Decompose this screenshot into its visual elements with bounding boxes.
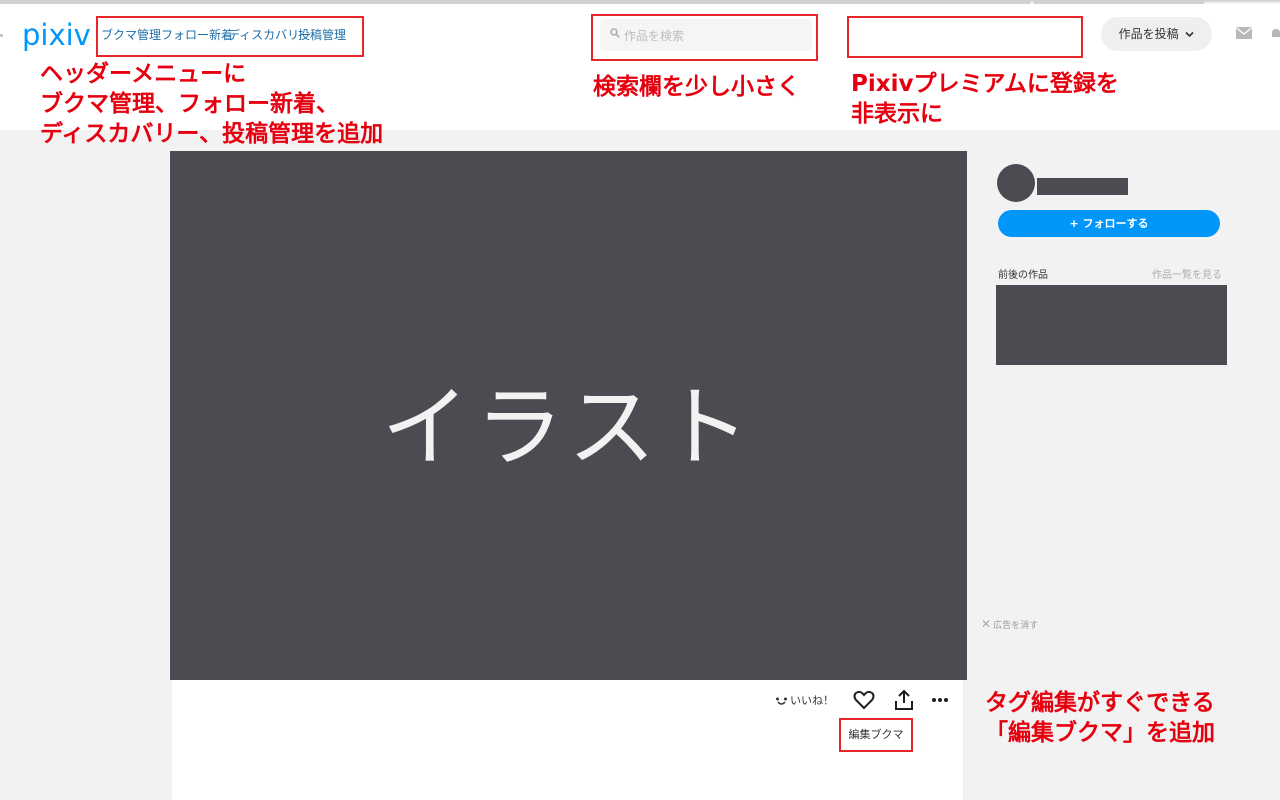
adjacent-works-title: 前後の作品 [998, 270, 1048, 281]
annotation-nav-line2: ブクマ管理、フォロー新着、 [40, 91, 339, 117]
annotation-edit-line2: 「編集ブクマ」を追加 [985, 720, 1215, 746]
works-list-link[interactable]: 作品一覧を見る [1152, 266, 1222, 281]
search-icon [610, 28, 620, 38]
adjacent-works-thumbnail[interactable] [996, 285, 1227, 365]
artwork-placeholder-text: イラスト [381, 376, 756, 479]
author-name-placeholder[interactable] [1037, 178, 1128, 195]
chevron-down-icon [1185, 31, 1194, 38]
post-work-label: 作品を投稿 [1118, 27, 1179, 41]
annotation-edit-line1: タグ編集がすぐできる [985, 690, 1215, 716]
annotation-premium-line1: Pixivプレミアムに登録を [851, 71, 1119, 97]
nav-bookmarks[interactable]: ブクマ管理 [101, 26, 161, 43]
close-icon: ✕ [981, 617, 992, 631]
menu-dot-icon[interactable] [0, 34, 3, 37]
annotation-nav: ヘッダーメニューに ブクマ管理、フォロー新着、 ディスカバリー、投稿管理を追加 [40, 59, 383, 149]
annotation-premium-line2: 非表示に [851, 101, 943, 127]
premium-highlight-box [847, 16, 1083, 58]
mail-icon[interactable] [1236, 27, 1252, 39]
artwork-image[interactable]: イラスト [170, 151, 967, 680]
edit-bookmark-button[interactable]: 編集ブクマ [839, 718, 913, 752]
heart-icon[interactable] [853, 689, 875, 711]
annotation-edit-bookmark: タグ編集がすぐできる 「編集ブクマ」を追加 [985, 688, 1215, 748]
notification-icon[interactable] [1270, 28, 1280, 40]
pixiv-logo[interactable]: pixiv [22, 18, 91, 52]
post-work-button[interactable]: 作品を投稿 [1101, 17, 1212, 51]
like-button[interactable]: いいね！ [775, 692, 834, 708]
like-label: いいね！ [790, 694, 834, 707]
annotation-nav-line3: ディスカバリー、投稿管理を追加 [40, 121, 384, 147]
nav-post-manage[interactable]: 投稿管理 [298, 26, 346, 43]
hide-ad-label: 広告を消す [993, 621, 1039, 631]
annotation-search: 検索欄を少し小さく [593, 74, 800, 100]
search-input[interactable]: 作品を検索 [600, 19, 812, 51]
hide-ad-link[interactable]: ✕ 広告を消す [981, 617, 1038, 631]
annotation-premium: Pixivプレミアムに登録を 非表示に [851, 69, 1119, 129]
share-icon[interactable] [894, 689, 914, 711]
annotation-nav-line1: ヘッダーメニューに [40, 61, 247, 87]
more-options-icon[interactable] [931, 697, 949, 703]
follow-button[interactable]: + フォローする [998, 210, 1220, 237]
nav-follow-new[interactable]: フォロー新着 [161, 26, 233, 43]
author-avatar[interactable] [997, 164, 1035, 202]
smile-icon [776, 697, 787, 705]
search-placeholder: 作品を検索 [624, 29, 685, 43]
